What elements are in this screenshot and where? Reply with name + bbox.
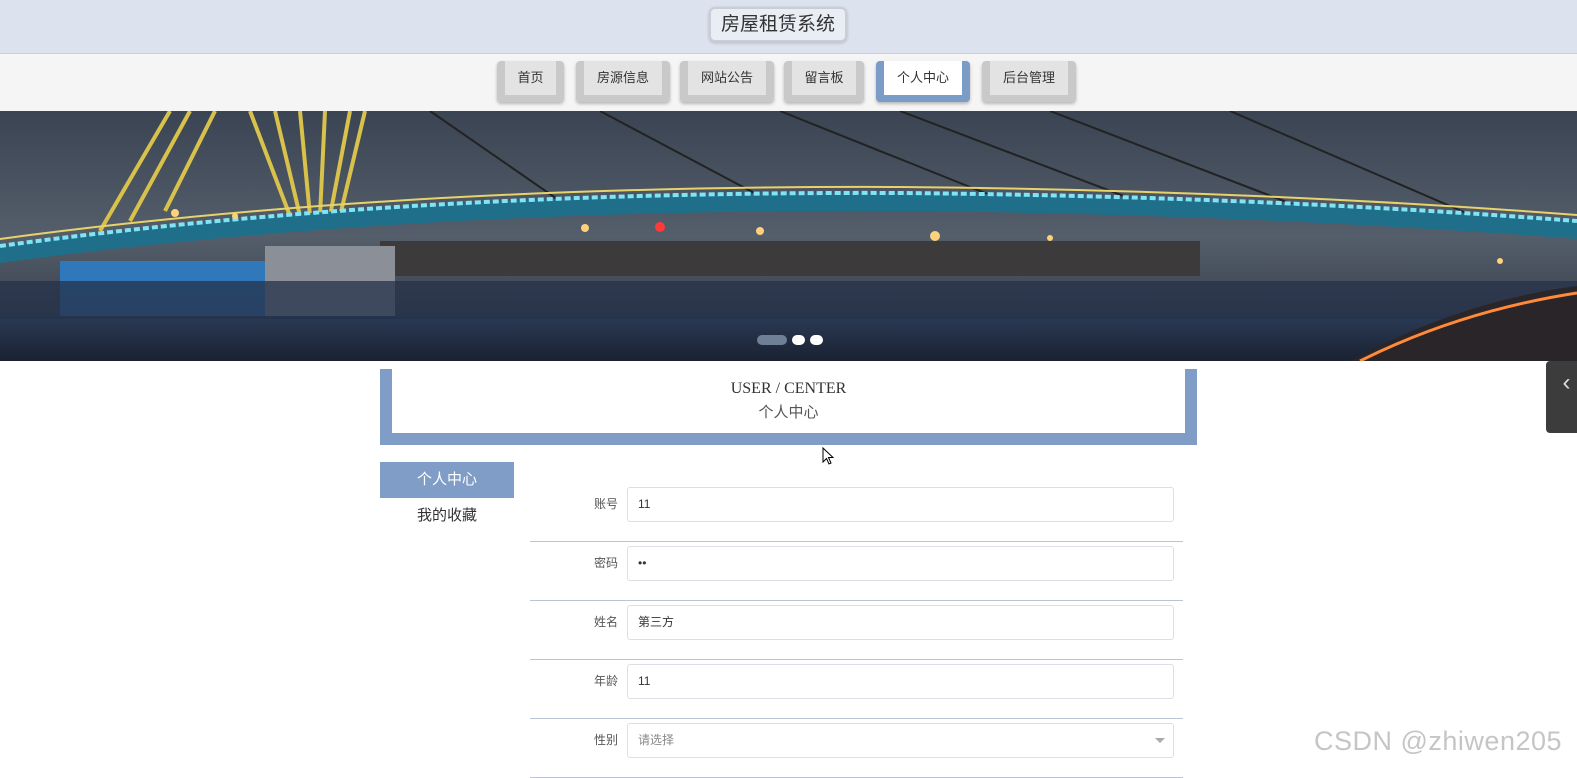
section-header: USER / CENTER 个人中心 <box>380 369 1197 445</box>
nav-home-label: 首页 <box>505 61 556 95</box>
site-title: 房屋租赁系统 <box>709 7 847 42</box>
chevron-left-icon: ‹ <box>1562 369 1571 396</box>
side-menu-favorites[interactable]: 我的收藏 <box>380 498 514 534</box>
nav-message-board[interactable]: 留言板 <box>784 61 864 102</box>
carousel-dot-1[interactable] <box>757 335 787 345</box>
nav-house-info-label: 房源信息 <box>584 61 662 95</box>
password-input[interactable]: •• <box>627 546 1174 581</box>
nav-announcements-label: 网站公告 <box>688 61 766 95</box>
carousel-dot-2[interactable] <box>792 335 805 345</box>
banner-image <box>0 111 1577 361</box>
nav-home[interactable]: 首页 <box>497 61 564 102</box>
side-menu-user-center-label: 个人中心 <box>416 471 477 488</box>
form-row-name: 姓名 第三方 <box>530 601 1183 660</box>
side-menu-user-center[interactable]: 个人中心 <box>380 462 514 498</box>
title-bar: 房屋租赁系统 <box>0 0 1577 54</box>
gender-select-placeholder: 请选择 <box>638 733 675 747</box>
banner-carousel[interactable] <box>0 111 1577 361</box>
name-input[interactable]: 第三方 <box>627 605 1174 640</box>
age-input[interactable]: 11 <box>627 664 1174 699</box>
password-label: 密码 <box>593 556 618 570</box>
form-row-account: 账号 11 <box>530 483 1183 542</box>
side-panel-toggle[interactable]: ‹ <box>1546 361 1577 433</box>
nav-user-center[interactable]: 个人中心 <box>876 61 970 102</box>
section-title-cn: 个人中心 <box>758 405 819 421</box>
form-row-age: 年龄 11 <box>530 660 1183 719</box>
gender-select[interactable]: 请选择 <box>627 723 1174 758</box>
side-menu-favorites-label: 我的收藏 <box>416 507 477 524</box>
name-label: 姓名 <box>593 615 618 629</box>
form-row-password: 密码 •• <box>530 542 1183 601</box>
form-row-gender: 性别 请选择 <box>530 719 1183 778</box>
nav-user-center-label: 个人中心 <box>884 61 962 95</box>
carousel-dot-3[interactable] <box>810 335 823 345</box>
account-label: 账号 <box>593 497 618 511</box>
age-label: 年龄 <box>593 674 618 688</box>
section-title-en: USER / CENTER <box>730 380 847 397</box>
nav-admin[interactable]: 后台管理 <box>982 61 1076 102</box>
nav-admin-label: 后台管理 <box>990 61 1068 95</box>
account-input[interactable]: 11 <box>627 487 1174 522</box>
mouse-cursor-icon <box>822 447 834 465</box>
gender-label: 性别 <box>593 733 618 747</box>
nav-message-board-label: 留言板 <box>792 61 856 95</box>
nav-house-info[interactable]: 房源信息 <box>576 61 670 102</box>
nav-announcements[interactable]: 网站公告 <box>680 61 774 102</box>
watermark: CSDN @zhiwen205 <box>1314 726 1563 756</box>
main-nav: 首页 房源信息 网站公告 留言板 个人中心 后台管理 <box>0 54 1577 111</box>
chevron-down-icon <box>1155 738 1165 743</box>
